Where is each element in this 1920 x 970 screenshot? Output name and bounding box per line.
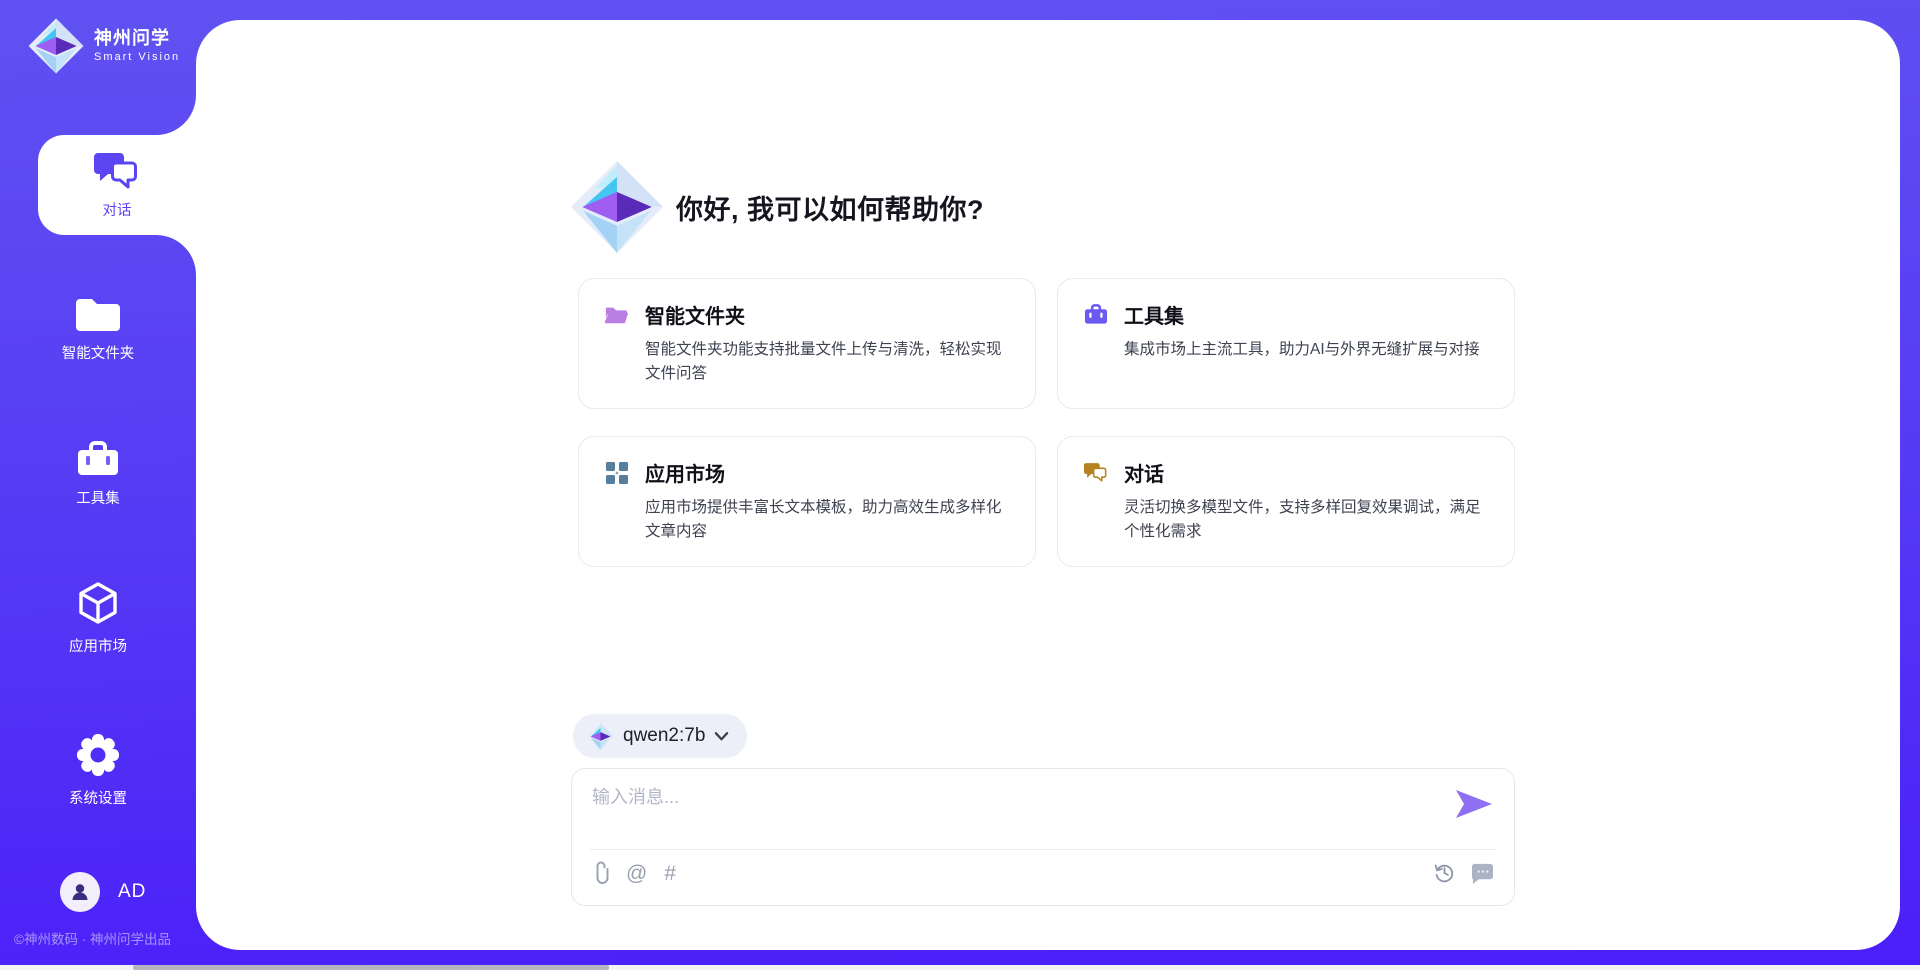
- greeting-block: 你好, 我可以如何帮助你?: [570, 160, 984, 254]
- feature-cards: 智能文件夹 智能文件夹功能支持批量文件上传与清洗，轻松实现文件问答 工具集 集成…: [578, 278, 1515, 567]
- paperclip-icon: [593, 861, 609, 885]
- topic-button[interactable]: #: [664, 863, 676, 884]
- send-icon: [1456, 789, 1492, 819]
- grid-icon: [605, 461, 629, 485]
- sidebar-item-settings[interactable]: 系统设置: [0, 732, 196, 808]
- sidebar-item-label: 工具集: [76, 487, 120, 508]
- card-toolset[interactable]: 工具集 集成市场上主流工具，助力AI与外界无缝扩展与对接: [1057, 278, 1515, 409]
- card-title: 工具集: [1124, 300, 1184, 329]
- scrollbar-thumb[interactable]: [133, 965, 609, 970]
- at-icon: @: [626, 863, 647, 884]
- sidebar-item-label: 系统设置: [69, 787, 127, 808]
- assistant-gem-icon: [570, 160, 664, 254]
- card-title: 智能文件夹: [645, 300, 745, 329]
- brand-name: 神州问学: [94, 28, 180, 49]
- hash-icon: #: [664, 863, 676, 884]
- model-selector[interactable]: qwen2:7b: [573, 714, 747, 758]
- chat-icon: [1084, 461, 1108, 485]
- model-gem-icon: [587, 723, 614, 750]
- brand-subtitle: Smart Vision: [94, 51, 180, 64]
- sidebar-item-label: 对话: [103, 199, 132, 220]
- brand-gem-icon: [28, 18, 84, 74]
- briefcase-icon: [1084, 303, 1108, 327]
- sidebar-item-chat[interactable]: 对话: [38, 135, 196, 235]
- model-name: qwen2:7b: [623, 725, 705, 747]
- sidebar-item-label: 应用市场: [69, 635, 127, 656]
- mention-button[interactable]: @: [626, 863, 647, 884]
- folder-open-icon: [605, 303, 629, 327]
- sidebar-item-label: 智能文件夹: [62, 342, 135, 363]
- avatar: [60, 872, 100, 912]
- history-icon: [1433, 861, 1456, 884]
- card-title: 应用市场: [645, 458, 725, 487]
- history-button[interactable]: [1433, 861, 1456, 884]
- cube-icon: [75, 580, 121, 626]
- card-description: 灵活切换多模型文件，支持多样回复效果调试，满足个性化需求: [1124, 496, 1488, 544]
- message-input[interactable]: [592, 783, 1412, 841]
- main-panel: 你好, 我可以如何帮助你? 智能文件夹 智能文件夹功能支持批量文件上传与清洗，轻…: [196, 20, 1900, 950]
- composer-divider: [590, 849, 1496, 850]
- chat-filled-icon: [1471, 862, 1494, 884]
- attach-button[interactable]: [593, 861, 609, 885]
- greeting-text: 你好, 我可以如何帮助你?: [676, 188, 984, 227]
- card-chat[interactable]: 对话 灵活切换多模型文件，支持多样回复效果调试，满足个性化需求: [1057, 436, 1515, 567]
- message-composer: @ #: [571, 768, 1515, 906]
- card-title: 对话: [1124, 458, 1164, 487]
- user-profile[interactable]: AD: [60, 872, 146, 912]
- card-description: 应用市场提供丰富长文本模板，助力高效生成多样化文章内容: [645, 496, 1009, 544]
- card-description: 智能文件夹功能支持批量文件上传与清洗，轻松实现文件问答: [645, 338, 1009, 386]
- user-initials: AD: [118, 881, 146, 903]
- send-button[interactable]: [1456, 789, 1492, 824]
- sidebar-item-toolset[interactable]: 工具集: [0, 438, 196, 508]
- brand-logo: 神州问学 Smart Vision: [28, 18, 180, 74]
- toolbox-icon: [75, 438, 121, 478]
- sidebar-item-app-market[interactable]: 应用市场: [0, 580, 196, 656]
- gear-icon: [75, 732, 121, 778]
- horizontal-scrollbar: [0, 965, 1920, 970]
- conversation-button[interactable]: [1471, 862, 1494, 884]
- copyright-text: ©神州数码 · 神州问学出品: [14, 928, 171, 948]
- chevron-down-icon: [714, 730, 729, 742]
- card-smart-folder[interactable]: 智能文件夹 智能文件夹功能支持批量文件上传与清洗，轻松实现文件问答: [578, 278, 1036, 409]
- sidebar-item-smart-folder[interactable]: 智能文件夹: [0, 293, 196, 363]
- person-icon: [69, 881, 91, 903]
- folder-icon: [75, 293, 121, 333]
- chat-icon: [94, 151, 140, 193]
- card-app-market[interactable]: 应用市场 应用市场提供丰富长文本模板，助力高效生成多样化文章内容: [578, 436, 1036, 567]
- card-description: 集成市场上主流工具，助力AI与外界无缝扩展与对接: [1124, 338, 1488, 362]
